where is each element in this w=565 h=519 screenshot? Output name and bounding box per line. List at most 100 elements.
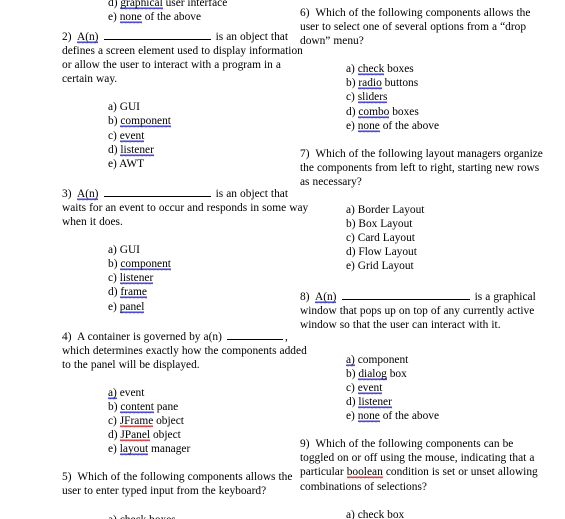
question-stem: 8) A(n) is a graphical window that pops … xyxy=(300,288,548,332)
list-item: d) graphical user interface xyxy=(108,0,312,10)
spellcheck-word: JFrame xyxy=(119,415,154,429)
list-item: e) none of the above xyxy=(346,119,548,133)
answer-label: e) xyxy=(108,443,117,456)
list-item: e) panel xyxy=(108,300,310,314)
clipped-answer-list: d) graphical user interface e) none of t… xyxy=(62,0,312,25)
answer-list-3: a) GUI b) component c) listener d) frame… xyxy=(62,243,310,314)
answer-label: b) xyxy=(346,367,356,380)
list-item: b) content pane xyxy=(108,400,310,414)
answer-text: component xyxy=(357,353,409,366)
answer-text: AWT xyxy=(119,157,145,170)
list-item: e) Grid Layout xyxy=(346,259,548,273)
list-item: c) Card Layout xyxy=(346,231,548,245)
list-item: d) listener xyxy=(108,143,310,157)
question-block-2: 2) A(n) is an object that defines a scre… xyxy=(62,28,310,171)
question-number: 9) xyxy=(300,438,310,451)
answer-label: c) xyxy=(108,129,117,142)
list-item: e) layout manager xyxy=(108,442,310,457)
list-item: d) JPanel object xyxy=(108,428,310,443)
question-block-5: 5) Which of the following components all… xyxy=(62,470,310,519)
answer-label: b) xyxy=(108,115,118,128)
answer-list-4: a) event b) content pane c) JFrame objec… xyxy=(62,386,310,457)
clipped-top-fragment: d) graphical user interface e) none of t… xyxy=(62,0,312,25)
question-stem: 4) A container is governed by a(n) , whi… xyxy=(62,328,310,372)
list-item: d) combo boxes xyxy=(346,105,548,119)
answer-text: Box Layout xyxy=(358,218,413,231)
answer-label: a) xyxy=(346,204,355,217)
answer-label: c) xyxy=(108,272,117,285)
spellcheck-word: combo xyxy=(358,105,390,119)
question-number: 8) xyxy=(300,290,310,303)
spellcheck-word: graphical xyxy=(120,0,163,10)
question-number: 3) xyxy=(62,187,72,200)
list-item: e) AWT xyxy=(108,157,310,171)
answer-text: component xyxy=(120,115,171,129)
answer-text: buttons xyxy=(381,77,419,90)
spellcheck-word: layout xyxy=(119,443,149,457)
answer-text: boxes xyxy=(146,514,176,519)
answer-text: of the above xyxy=(379,119,440,132)
question-stem: 3) A(n) is an object that waits for an e… xyxy=(62,185,310,229)
answer-label: a) xyxy=(346,353,355,367)
list-item: d) listener xyxy=(346,395,548,410)
question-block-8: 8) A(n) is a graphical window that pops … xyxy=(300,288,548,424)
answer-label: b) xyxy=(108,400,118,413)
list-item: c) sliders xyxy=(346,90,548,105)
answer-label: d) xyxy=(108,0,118,9)
list-item: e) none of the above xyxy=(346,409,548,424)
list-item: b) dialog box xyxy=(346,367,548,381)
answer-text: manager xyxy=(148,443,191,456)
list-item: a) GUI xyxy=(108,100,310,114)
question-number: 4) xyxy=(62,330,72,343)
grammar-word: A(n) xyxy=(76,187,99,201)
spellcheck-word: radio xyxy=(358,77,382,91)
question-stem: 6) Which of the following components all… xyxy=(300,6,548,48)
document-page: d) graphical user interface e) none of t… xyxy=(0,0,565,519)
left-column: 2) A(n) is an object that defines a scre… xyxy=(62,28,310,519)
list-item: a) Border Layout xyxy=(346,203,548,217)
answer-label: a) xyxy=(108,244,117,257)
question-stem-lead: Which of the following components allows… xyxy=(62,471,293,498)
answer-label: e) xyxy=(346,119,355,132)
list-item: d) Flow Layout xyxy=(346,245,548,259)
list-item: a) check box xyxy=(346,508,548,519)
answer-label: e) xyxy=(346,410,355,423)
spellcheck-word: JPanel xyxy=(120,429,151,443)
list-item: b) radio buttons xyxy=(346,76,548,91)
answer-text: boxes xyxy=(389,105,419,118)
spellcheck-word: boolean xyxy=(346,466,383,480)
answer-label: b) xyxy=(108,258,118,271)
list-item: a) GUI xyxy=(108,243,310,257)
answer-text: object xyxy=(150,429,181,442)
question-number: 7) xyxy=(300,147,310,160)
spellcheck-word: event xyxy=(357,381,383,395)
answer-text: of the above xyxy=(141,11,202,24)
question-stem: 5) Which of the following components all… xyxy=(62,470,310,498)
answer-label: d) xyxy=(108,143,118,156)
answer-text: GUI xyxy=(119,101,140,114)
spellcheck-word: none xyxy=(357,119,380,133)
answer-label: d) xyxy=(346,246,356,259)
answer-text: Grid Layout xyxy=(357,260,414,273)
fill-blank xyxy=(226,328,283,340)
answer-label: e) xyxy=(346,260,355,273)
answer-list-2: a) GUI b) component c) event d) listener… xyxy=(62,100,310,170)
answer-label: c) xyxy=(108,415,117,428)
answer-text: event xyxy=(119,386,145,399)
spellcheck-word: none xyxy=(357,410,380,424)
answer-list-5: a) check boxes b) radio buttons c) slide… xyxy=(62,513,310,519)
answer-label: b) xyxy=(346,218,356,231)
answer-label: a) xyxy=(108,101,117,114)
right-column: 6) Which of the following components all… xyxy=(300,6,548,519)
question-stem: 9) Which of the following components can… xyxy=(300,437,548,493)
answer-label: c) xyxy=(346,232,355,245)
answer-text: pane xyxy=(153,400,179,413)
answer-label: c) xyxy=(346,91,355,104)
